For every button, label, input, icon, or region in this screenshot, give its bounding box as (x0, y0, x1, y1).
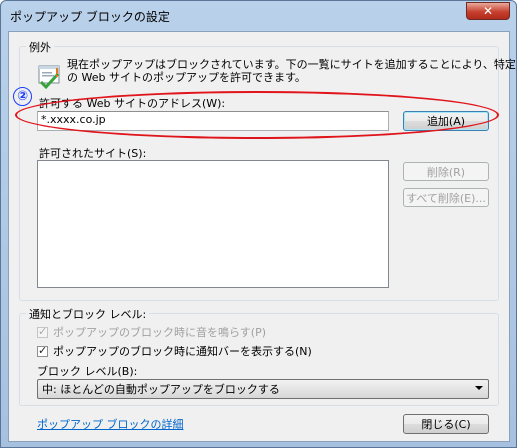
exceptions-legend: 例外 (26, 39, 54, 55)
block-level-value: 中: ほとんどの自動ポップアップをブロックする (42, 383, 280, 396)
annotation-number-badge: ② (13, 87, 32, 106)
remove-button[interactable]: 削除(R) (403, 162, 489, 181)
close-icon: ✕ (482, 4, 494, 18)
infobar-checkbox[interactable]: ポップアップのブロック時に通知バーを表示する(N) (37, 343, 312, 359)
sound-checkbox-box[interactable] (37, 325, 48, 338)
block-level-select[interactable]: 中: ほとんどの自動ポップアップをブロックする (37, 379, 489, 399)
close-button[interactable]: 閉じる(C) (403, 414, 489, 434)
address-input[interactable]: *.xxxx.co.jp (37, 111, 389, 131)
dialog-window: ポップアップ ブロックの設定 ✕ 例外 現在ポップアップはブロックされています。… (0, 0, 517, 448)
popup-info-icon (37, 64, 61, 90)
sound-checkbox-label: ポップアップのブロック時に音を鳴らす(P) (53, 326, 266, 339)
title-bar[interactable]: ポップアップ ブロックの設定 ✕ (1, 1, 516, 31)
notification-legend: 通知とブロック レベル: (26, 306, 150, 322)
window-title: ポップアップ ブロックの設定 (10, 10, 170, 24)
infobar-checkbox-label: ポップアップのブロック時に通知バーを表示する(N) (53, 345, 312, 358)
chevron-down-icon[interactable] (475, 386, 483, 390)
window-close-button[interactable]: ✕ (466, 2, 510, 20)
sound-checkbox[interactable]: ポップアップのブロック時に音を鳴らす(P) (37, 324, 266, 340)
block-level-label: ブロック レベル(B): (37, 365, 138, 378)
info-text-line2: の Web サイトのポップアップを許可できます。 (67, 71, 306, 84)
popup-blocker-details-link[interactable]: ポップアップ ブロックの詳細 (37, 416, 184, 432)
allowed-sites-label: 許可されたサイト(S): (39, 147, 147, 160)
dialog-client-area: 例外 現在ポップアップはブロックされています。下の一覧にサイトを追加することによ… (8, 31, 516, 442)
infobar-checkbox-box[interactable] (37, 344, 48, 357)
add-button[interactable]: 追加(A) (403, 111, 489, 131)
allowed-sites-list[interactable] (37, 160, 389, 288)
remove-all-button[interactable]: すべて削除(E)... (403, 188, 489, 207)
address-label: 許可する Web サイトのアドレス(W): (39, 97, 226, 110)
